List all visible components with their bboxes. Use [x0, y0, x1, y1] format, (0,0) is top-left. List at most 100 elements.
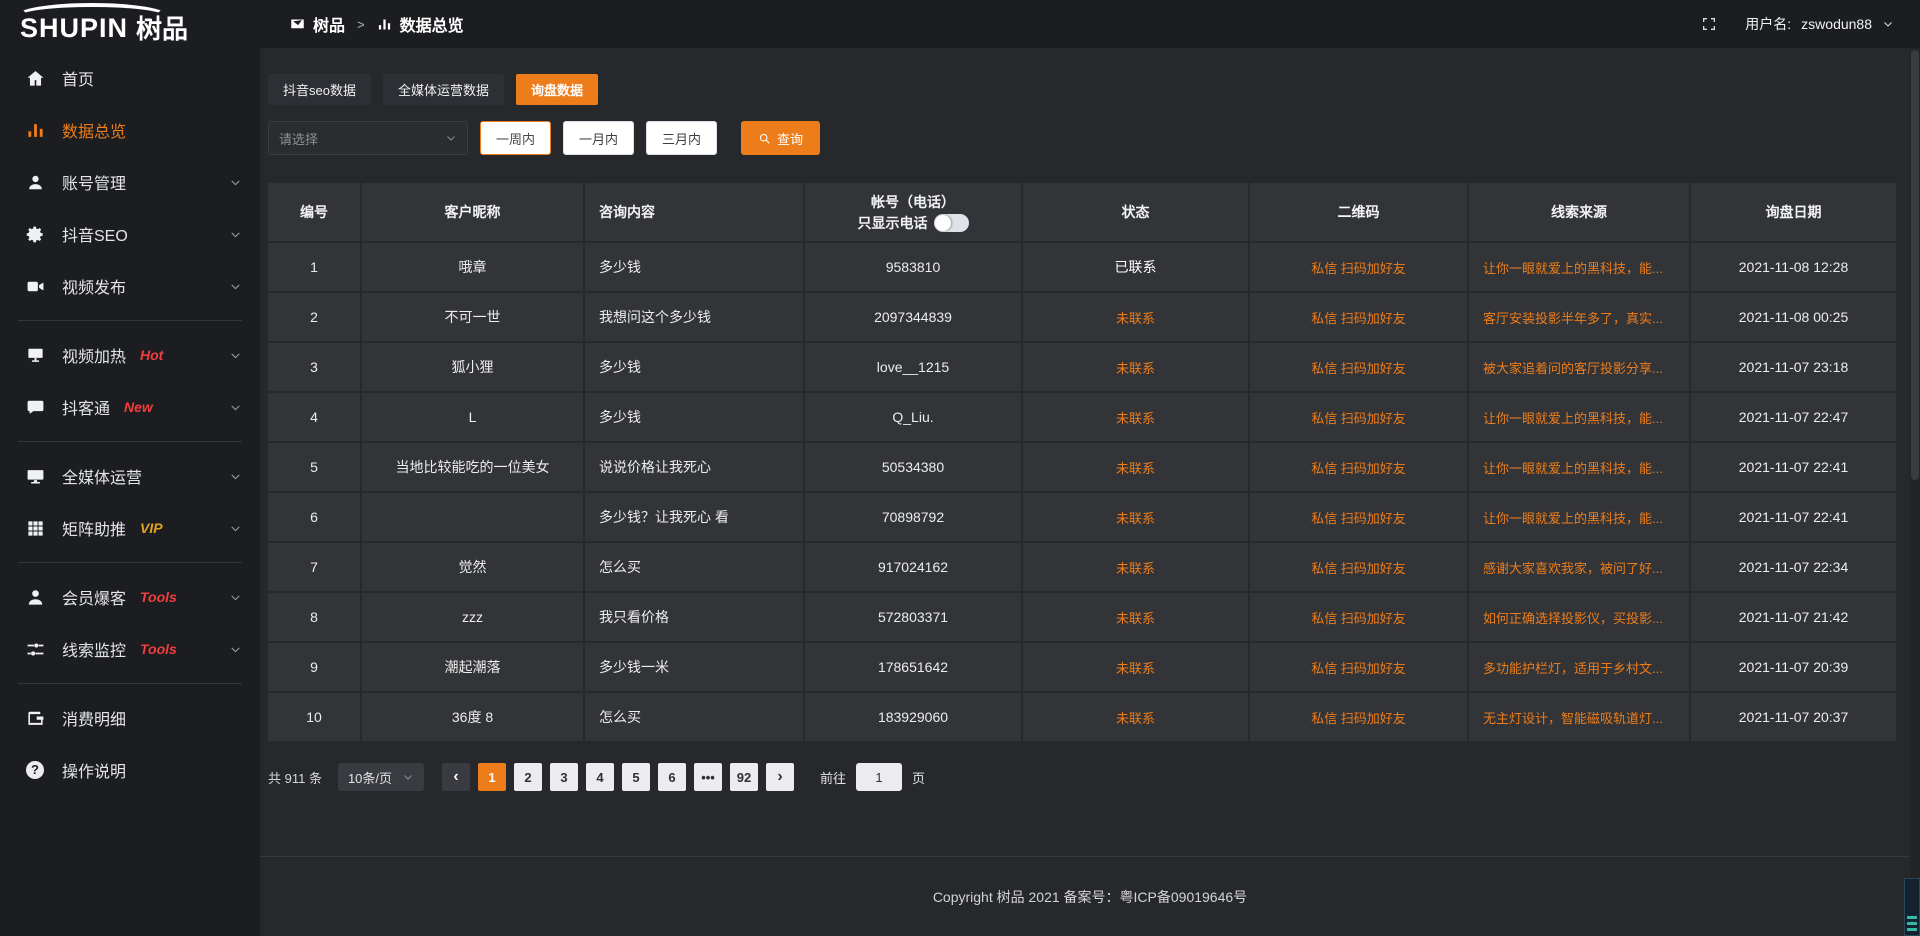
phone-only-toggle[interactable]: [934, 214, 969, 232]
sidebar-item-label: 数据总览: [62, 118, 126, 142]
chevron-down-icon: [445, 132, 457, 144]
goto-page: 前往 页: [820, 763, 925, 791]
account-select[interactable]: 请选择: [268, 121, 468, 155]
sidebar-item-doketong[interactable]: 抖客通 New: [0, 381, 260, 433]
sidebar-item-label: 消费明细: [62, 706, 126, 730]
tab-douyin-seo-data[interactable]: 抖音seo数据: [268, 74, 371, 105]
qrcode-link[interactable]: 私信 扫码加好友: [1311, 511, 1406, 526]
user-icon: [26, 173, 45, 192]
cell-source: 无主灯设计，智能磁吸轨道灯...: [1469, 693, 1691, 743]
table-header-row: 编号 客户昵称 咨询内容 帐号（电话） 只显示电话 状态 二维码 线索来源 询盘…: [268, 183, 1898, 243]
source-link[interactable]: 多功能护栏灯，适用于乡村文...: [1483, 661, 1663, 676]
qrcode-link[interactable]: 私信 扫码加好友: [1311, 261, 1406, 276]
source-link[interactable]: 如何正确选择投影仪，买投影...: [1483, 611, 1663, 626]
cell-content: 说说价格让我死心: [585, 443, 805, 493]
range-week-button[interactable]: 一周内: [480, 121, 551, 155]
next-page-button[interactable]: [766, 763, 794, 791]
range-quarter-button[interactable]: 三月内: [646, 121, 717, 155]
sidebar-item-help[interactable]: 操作说明: [0, 744, 260, 796]
main-area: 抖音seo数据 全媒体运营数据 询盘数据 请选择 一周内 一月内 三月内 查询 …: [260, 48, 1920, 936]
cell-account: 50534380: [805, 443, 1023, 493]
column-source: 线索来源: [1469, 183, 1691, 243]
page-button[interactable]: 4: [586, 763, 614, 791]
cell-no: 10: [268, 693, 362, 743]
qrcode-link[interactable]: 私信 扫码加好友: [1311, 611, 1406, 626]
source-link[interactable]: 让你一眼就爱上的黑科技，能...: [1483, 261, 1663, 276]
source-link[interactable]: 被大家追着问的客厅投影分享...: [1483, 361, 1663, 376]
table-row: 9 潮起潮落 多少钱一米 178651642 未联系 私信 扫码加好友 多功能护…: [268, 643, 1898, 693]
chevron-down-icon: [229, 401, 242, 414]
prev-page-button[interactable]: [442, 763, 470, 791]
cell-source: 客厅安装投影半年多了，真实...: [1469, 293, 1691, 343]
sidebar-item-douyin-seo[interactable]: 抖音SEO: [0, 208, 260, 260]
cell-status: 未联系: [1023, 393, 1250, 443]
qrcode-link[interactable]: 私信 扫码加好友: [1311, 561, 1406, 576]
page-size-select[interactable]: 10条/页: [338, 763, 424, 791]
page-button[interactable]: 1: [478, 763, 506, 791]
sidebar-item-video-publish[interactable]: 视频发布: [0, 260, 260, 312]
chevron-down-icon: [229, 176, 242, 189]
chevron-down-icon[interactable]: [1882, 18, 1894, 30]
goto-page-input[interactable]: [856, 763, 902, 791]
search-icon: [758, 132, 771, 145]
cell-content: 多少钱？让我死心 看: [585, 493, 805, 543]
cell-source: 如何正确选择投影仪，买投影...: [1469, 593, 1691, 643]
range-month-button[interactable]: 一月内: [563, 121, 634, 155]
qrcode-link[interactable]: 私信 扫码加好友: [1311, 661, 1406, 676]
table-row: 6 多少钱？让我死心 看 70898792 未联系 私信 扫码加好友 让你一眼就…: [268, 493, 1898, 543]
fullscreen-icon[interactable]: [1701, 16, 1717, 32]
sidebar-item-data-overview[interactable]: 数据总览: [0, 104, 260, 156]
cell-nickname: L: [362, 393, 585, 443]
cell-content: 多少钱: [585, 393, 805, 443]
cell-content: 多少钱: [585, 343, 805, 393]
sidebar-item-label: 全媒体运营: [62, 464, 142, 488]
qrcode-link[interactable]: 私信 扫码加好友: [1311, 411, 1406, 426]
username[interactable]: zswodun88: [1801, 16, 1872, 32]
screen-icon: [290, 17, 305, 32]
breadcrumb-home[interactable]: 树品: [313, 12, 345, 36]
source-link[interactable]: 让你一眼就爱上的黑科技，能...: [1483, 511, 1663, 526]
cell-date: 2021-11-07 21:42: [1691, 593, 1898, 643]
cell-qrcode: 私信 扫码加好友: [1250, 693, 1469, 743]
page-ellipsis-button[interactable]: •••: [694, 763, 722, 791]
page-button[interactable]: 6: [658, 763, 686, 791]
cell-account: love__1215: [805, 343, 1023, 393]
source-link[interactable]: 无主灯设计，智能磁吸轨道灯...: [1483, 711, 1663, 726]
source-link[interactable]: 让你一眼就爱上的黑科技，能...: [1483, 411, 1663, 426]
page-button[interactable]: 3: [550, 763, 578, 791]
chat-bubble-icon: [26, 398, 45, 417]
scrollbar-thumb[interactable]: [1911, 50, 1919, 480]
sidebar-item-video-heat[interactable]: 视频加热 Hot: [0, 329, 260, 381]
breadcrumb-separator: >: [357, 17, 365, 32]
sidebar-item-spend-detail[interactable]: 消费明细: [0, 692, 260, 744]
query-button[interactable]: 查询: [741, 121, 820, 155]
cell-status: 未联系: [1023, 443, 1250, 493]
qrcode-link[interactable]: 私信 扫码加好友: [1311, 711, 1406, 726]
tab-omnimedia-data[interactable]: 全媒体运营数据: [383, 74, 504, 105]
sidebar-item-omnimedia[interactable]: 全媒体运营: [0, 450, 260, 502]
toggle-knob: [935, 215, 951, 231]
sidebar-item-member-traffic[interactable]: 会员爆客 Tools: [0, 571, 260, 623]
page-button[interactable]: 92: [730, 763, 758, 791]
chevron-down-icon: [402, 771, 414, 783]
qrcode-link[interactable]: 私信 扫码加好友: [1311, 361, 1406, 376]
source-link[interactable]: 感谢大家喜欢我家，被问了好...: [1483, 561, 1663, 576]
table-row: 4 L 多少钱 Q_Liu. 未联系 私信 扫码加好友 让你一眼就爱上的黑科技，…: [268, 393, 1898, 443]
page-button[interactable]: 5: [622, 763, 650, 791]
page-button[interactable]: 2: [514, 763, 542, 791]
sliders-icon: [26, 640, 45, 659]
sidebar-item-lead-monitor[interactable]: 线索监控 Tools: [0, 623, 260, 675]
sidebar-item-label: 视频发布: [62, 274, 126, 298]
sidebar-item-matrix-boost[interactable]: 矩阵助推 VIP: [0, 502, 260, 554]
source-link[interactable]: 让你一眼就爱上的黑科技，能...: [1483, 461, 1663, 476]
cell-qrcode: 私信 扫码加好友: [1250, 643, 1469, 693]
qrcode-link[interactable]: 私信 扫码加好友: [1311, 461, 1406, 476]
column-content: 咨询内容: [585, 183, 805, 243]
qrcode-link[interactable]: 私信 扫码加好友: [1311, 311, 1406, 326]
tab-inquiry-data[interactable]: 询盘数据: [516, 74, 598, 105]
source-link[interactable]: 客厅安装投影半年多了，真实...: [1483, 311, 1663, 326]
sidebar-item-account-management[interactable]: 账号管理: [0, 156, 260, 208]
tools-badge: Tools: [140, 589, 177, 605]
browser-scrollbar[interactable]: [1910, 48, 1920, 936]
sidebar-item-home[interactable]: 首页: [0, 52, 260, 104]
